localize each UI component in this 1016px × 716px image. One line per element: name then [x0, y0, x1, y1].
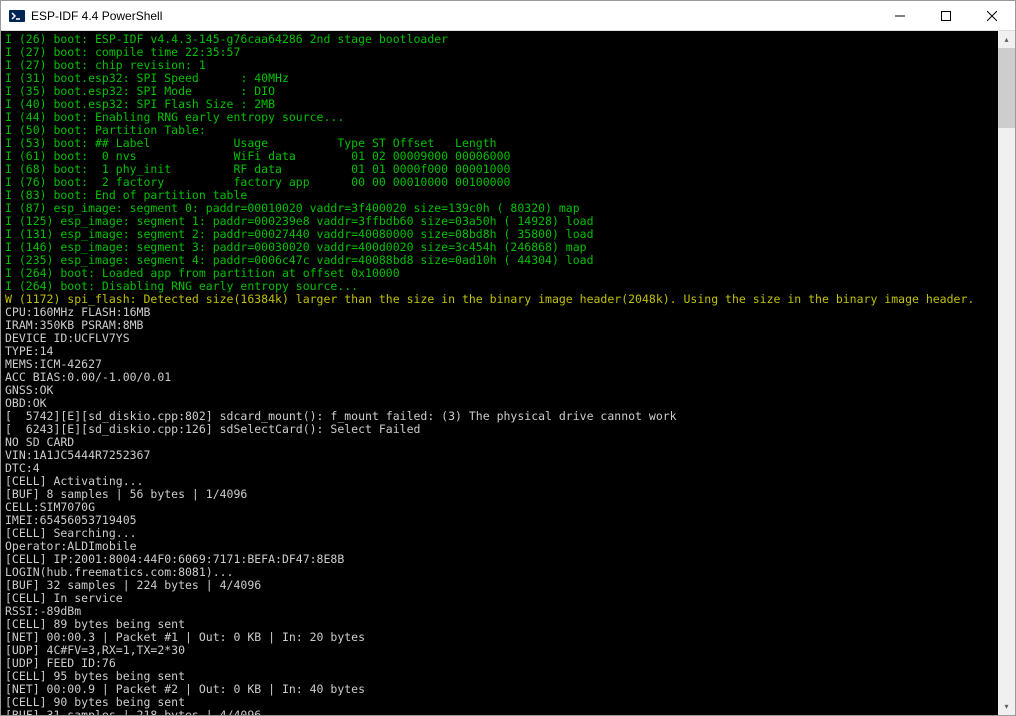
close-button[interactable] — [969, 1, 1015, 31]
terminal-line: DEVICE ID:UCFLV7YS — [5, 332, 994, 345]
terminal-line: TYPE:14 — [5, 345, 994, 358]
terminal-line: DTC:4 — [5, 462, 994, 475]
terminal-output[interactable]: I (26) boot: ESP-IDF v4.4.3-145-g76caa64… — [1, 31, 998, 715]
terminal-line: GNSS:OK — [5, 384, 994, 397]
vertical-scrollbar[interactable]: ▴ ▾ — [998, 31, 1015, 715]
terminal-line: CPU:160MHz FLASH:16MB — [5, 306, 994, 319]
terminal-line: IRAM:350KB PSRAM:8MB — [5, 319, 994, 332]
powershell-icon — [9, 8, 25, 24]
terminal-line: [CELL] Searching... — [5, 527, 994, 540]
terminal-line: NO SD CARD — [5, 436, 994, 449]
terminal-line: [BUF] 8 samples | 56 bytes | 1/4096 — [5, 488, 994, 501]
window-controls — [877, 1, 1015, 31]
window-title: ESP-IDF 4.4 PowerShell — [31, 9, 877, 23]
terminal-line: CELL:SIM7070G — [5, 501, 994, 514]
window-titlebar[interactable]: ESP-IDF 4.4 PowerShell — [1, 1, 1015, 31]
terminal-line: [ 6243][E][sd_diskio.cpp:126] sdSelectCa… — [5, 423, 994, 436]
terminal-line: W (1172) spi_flash: Detected size(16384k… — [5, 293, 994, 306]
powershell-window: ESP-IDF 4.4 PowerShell I (26) boot: ESP-… — [0, 0, 1016, 716]
maximize-button[interactable] — [923, 1, 969, 31]
scroll-track[interactable] — [998, 48, 1015, 698]
terminal-line: [BUF] 31 samples | 218 bytes | 4/4096 — [5, 709, 994, 715]
scroll-down-arrow[interactable]: ▾ — [998, 698, 1015, 715]
terminal-line: ACC BIAS:0.00/-1.00/0.01 — [5, 371, 994, 384]
terminal-line: VIN:1A1JC5444R7252367 — [5, 449, 994, 462]
terminal-line: [UDP] 4C#FV=3,RX=1,TX=2*30 — [5, 644, 994, 657]
scroll-thumb[interactable] — [998, 48, 1015, 128]
terminal-line: [CELL] In service — [5, 592, 994, 605]
terminal-container: I (26) boot: ESP-IDF v4.4.3-145-g76caa64… — [1, 31, 1015, 715]
terminal-line: [BUF] 32 samples | 224 bytes | 4/4096 — [5, 579, 994, 592]
minimize-button[interactable] — [877, 1, 923, 31]
terminal-line: IMEI:65456053719405 — [5, 514, 994, 527]
scroll-up-arrow[interactable]: ▴ — [998, 31, 1015, 48]
